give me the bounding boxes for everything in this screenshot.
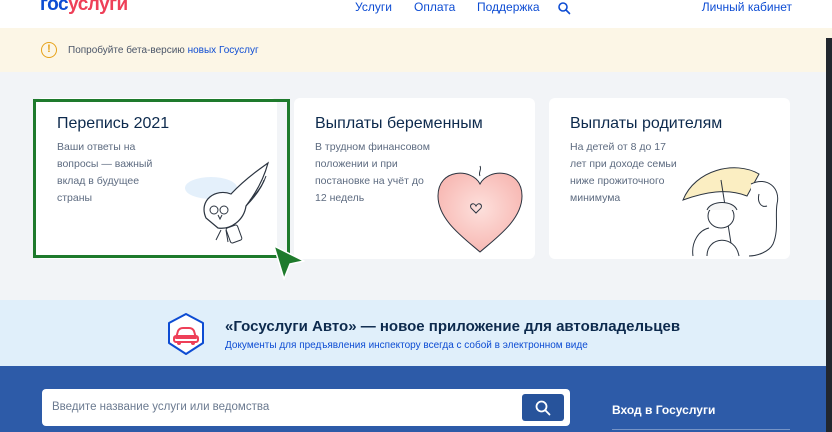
pointer-arrow-icon	[273, 245, 305, 280]
card-description: Ваши ответы на вопросы — важный вклад в …	[57, 141, 153, 204]
login-link[interactable]: Вход в Госуслуги	[612, 403, 715, 417]
beta-text: Попробуйте бета-версию новых Госуслуг	[68, 45, 259, 56]
beta-text-main: Попробуйте бета-версию	[68, 45, 188, 56]
logo-part-1: гос	[40, 0, 69, 15]
warning-icon: !	[41, 42, 57, 58]
search-button[interactable]	[522, 394, 564, 421]
card-description: В трудном финансовом положении и при пос…	[315, 141, 430, 204]
personal-cabinet-link[interactable]: Личный кабинет	[702, 0, 792, 14]
window-edge	[826, 38, 832, 432]
beta-link[interactable]: новых Госуслуг	[188, 45, 259, 56]
search-input[interactable]	[52, 395, 512, 419]
beta-banner: ! Попробуйте бета-версию новых Госуслуг	[0, 28, 832, 72]
card-title: Выплаты беременным	[315, 115, 483, 132]
nav-support[interactable]: Поддержка	[477, 0, 540, 14]
gosuslugi-logo[interactable]: госуслуги	[40, 0, 128, 16]
logo-part-2: услуги	[68, 0, 128, 15]
census-owl-illustration	[185, 161, 270, 244]
search-band: Вход в Госуслуги	[0, 366, 832, 432]
family-umbrella-illustration	[682, 167, 779, 257]
card-title: Перепись 2021	[57, 115, 170, 132]
card-pregnant-payments[interactable]: Выплаты беременным В трудном финансовом …	[294, 98, 535, 259]
nav-payment[interactable]: Оплата	[414, 0, 455, 14]
nav-services[interactable]: Услуги	[355, 0, 392, 14]
search-icon[interactable]	[557, 1, 571, 15]
top-header: госуслуги Услуги Оплата Поддержка Личный…	[0, 0, 832, 28]
auto-banner-title: «Госуслуги Авто» — новое приложение для …	[225, 318, 681, 335]
car-icon	[168, 313, 204, 355]
card-title: Выплаты родителям	[570, 115, 723, 132]
auto-banner-subtitle: Документы для предъявления инспектору вс…	[225, 340, 588, 351]
auto-app-banner[interactable]: «Госуслуги Авто» — новое приложение для …	[0, 300, 832, 366]
search-box	[42, 389, 570, 426]
card-parents-payments[interactable]: Выплаты родителям На детей от 8 до 17 ле…	[549, 98, 790, 259]
card-census[interactable]: Перепись 2021 Ваши ответы на вопросы — в…	[36, 98, 277, 259]
login-divider	[612, 429, 790, 430]
card-description: На детей от 8 до 17 лет при доходе семьи…	[570, 141, 677, 204]
heart-illustration	[437, 165, 523, 253]
search-icon	[535, 400, 551, 416]
